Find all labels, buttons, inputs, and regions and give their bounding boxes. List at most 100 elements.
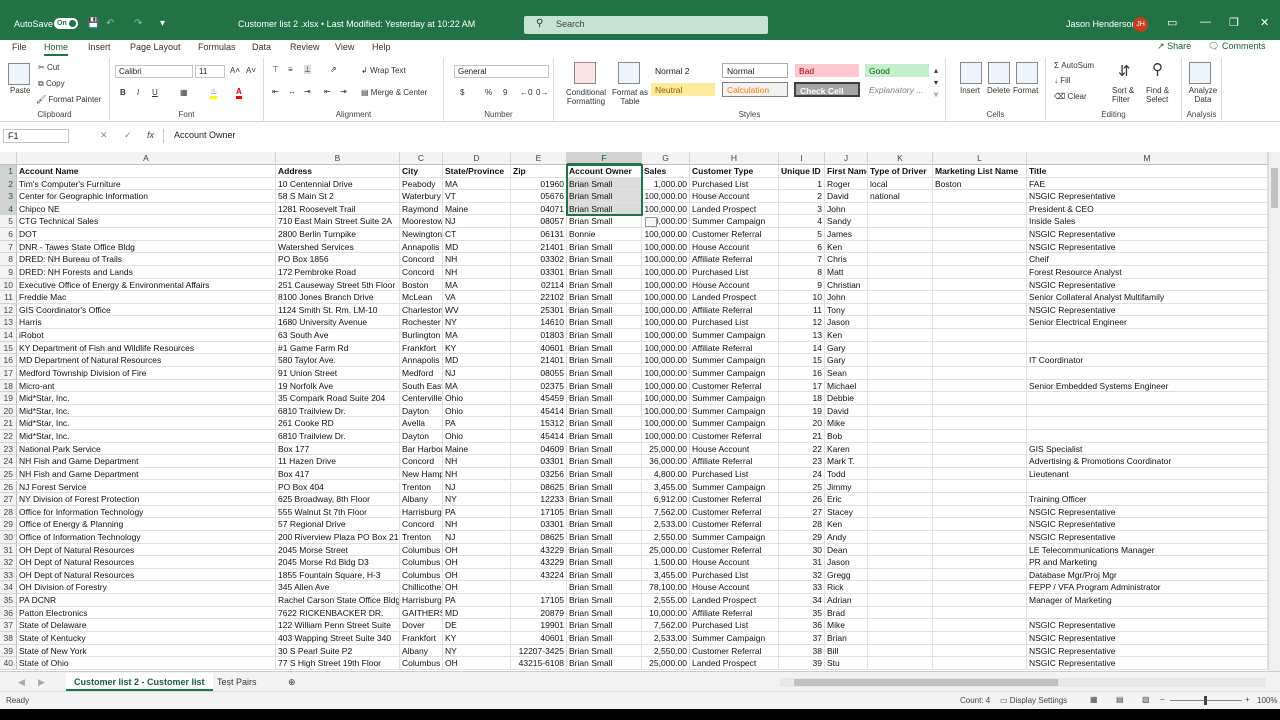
table-cell[interactable]: 3,455.00 bbox=[642, 480, 690, 494]
table-cell[interactable]: Affiliate Referral bbox=[690, 253, 779, 266]
table-cell[interactable]: NY bbox=[443, 644, 511, 658]
table-cell[interactable]: MD bbox=[443, 240, 511, 254]
table-cell[interactable]: Purchased List bbox=[690, 619, 779, 632]
vertical-scrollbar[interactable] bbox=[1268, 152, 1280, 671]
table-cell[interactable]: Customer Referral bbox=[690, 518, 779, 531]
table-cell[interactable]: McLean bbox=[400, 291, 443, 304]
table-cell[interactable]: 03302 bbox=[511, 253, 567, 266]
table-cell[interactable]: 625 Broadway, 8th Floor bbox=[276, 493, 400, 506]
table-cell[interactable]: 10 Centennial Drive bbox=[276, 177, 400, 191]
row-header[interactable]: 28 bbox=[0, 505, 17, 519]
table-cell[interactable]: Jason bbox=[825, 556, 868, 569]
table-cell[interactable]: Harrisburg bbox=[400, 505, 443, 519]
table-cell[interactable]: Columbus bbox=[400, 556, 443, 569]
italic-button[interactable]: I bbox=[137, 88, 139, 97]
table-cell[interactable]: Brian Small bbox=[567, 253, 642, 266]
insert-cells-button[interactable]: Insert bbox=[960, 86, 980, 95]
table-cell[interactable]: 04071 bbox=[511, 202, 567, 216]
table-cell[interactable]: New Hampton bbox=[400, 467, 443, 481]
table-cell[interactable] bbox=[868, 417, 933, 430]
table-cell[interactable]: Waterbury bbox=[400, 190, 443, 203]
grow-font-icon[interactable]: A˄ bbox=[230, 66, 240, 75]
fill-color-icon[interactable]: ♨ bbox=[210, 87, 218, 99]
table-cell[interactable]: 43215-6108 bbox=[511, 657, 567, 670]
table-cell[interactable]: 2 bbox=[779, 190, 825, 203]
table-cell[interactable]: 35 bbox=[779, 606, 825, 620]
row-header[interactable]: 20 bbox=[0, 404, 17, 418]
table-cell[interactable]: 7,562.00 bbox=[642, 619, 690, 632]
table-cell[interactable]: Trenton bbox=[400, 530, 443, 544]
table-cell[interactable]: 100,000.00 bbox=[642, 316, 690, 330]
table-cell[interactable] bbox=[868, 493, 933, 506]
table-cell[interactable]: MA bbox=[443, 329, 511, 342]
name-box[interactable]: F1 bbox=[3, 129, 69, 143]
row-header[interactable]: 37 bbox=[0, 619, 17, 632]
row-header[interactable]: 7 bbox=[0, 240, 17, 254]
table-cell[interactable] bbox=[1027, 404, 1268, 418]
zoom-slider-thumb[interactable] bbox=[1204, 696, 1207, 705]
table-cell[interactable]: Brian Small bbox=[567, 606, 642, 620]
table-cell[interactable]: 100,000.00 bbox=[642, 417, 690, 430]
table-cell[interactable]: Brian Small bbox=[567, 215, 642, 229]
table-cell[interactable]: Customer Referral bbox=[690, 430, 779, 443]
table-cell[interactable]: 43229 bbox=[511, 543, 567, 557]
table-cell[interactable]: 19 bbox=[779, 404, 825, 418]
table-cell[interactable]: 39 bbox=[779, 657, 825, 670]
table-cell[interactable] bbox=[1027, 392, 1268, 405]
row-header[interactable]: 24 bbox=[0, 455, 17, 468]
table-cell[interactable] bbox=[933, 505, 1027, 519]
table-cell[interactable]: 91 Union Street bbox=[276, 366, 400, 380]
table-cell[interactable]: 14 bbox=[779, 341, 825, 355]
cut-button[interactable]: ✂ Cut bbox=[38, 63, 59, 72]
table-cell[interactable]: 345 Allen Ave bbox=[276, 581, 400, 595]
table-cell[interactable] bbox=[868, 202, 933, 216]
comma-button[interactable]: 9 bbox=[503, 88, 507, 97]
table-cell[interactable] bbox=[1027, 329, 1268, 342]
table-cell[interactable]: Michael bbox=[825, 379, 868, 393]
conditional-formatting-button[interactable]: Conditional Formatting bbox=[562, 88, 610, 106]
table-cell[interactable]: MA bbox=[443, 177, 511, 191]
share-button[interactable]: ↗ Share bbox=[1157, 41, 1191, 52]
sheet-tab-test-pairs[interactable]: Test Pairs bbox=[209, 673, 265, 691]
table-cell[interactable]: David bbox=[825, 190, 868, 203]
header-cell[interactable]: Title bbox=[1027, 165, 1268, 178]
table-cell[interactable]: Forest Resource Analyst bbox=[1027, 265, 1268, 279]
table-cell[interactable]: Columbus bbox=[400, 543, 443, 557]
table-cell[interactable]: DE bbox=[443, 619, 511, 632]
table-cell[interactable]: Inside Sales bbox=[1027, 215, 1268, 229]
row-header[interactable]: 3 bbox=[0, 190, 17, 203]
table-cell[interactable]: Brian Small bbox=[567, 265, 642, 279]
table-cell[interactable]: David bbox=[825, 404, 868, 418]
table-cell[interactable]: IT Coordinator bbox=[1027, 354, 1268, 367]
table-cell[interactable]: Moorestown bbox=[400, 215, 443, 229]
header-cell[interactable]: Zip bbox=[511, 165, 567, 178]
font-name-combo[interactable]: Calibri bbox=[115, 65, 193, 78]
increase-indent-icon[interactable]: ⇥ bbox=[340, 87, 347, 96]
table-cell[interactable]: 35 Compark Road Suite 204 bbox=[276, 392, 400, 405]
table-cell[interactable]: Brian Small bbox=[567, 530, 642, 544]
table-cell[interactable] bbox=[868, 253, 933, 266]
table-cell[interactable]: Brian Small bbox=[567, 657, 642, 670]
table-cell[interactable]: 5 bbox=[779, 228, 825, 241]
table-cell[interactable]: Annapolis bbox=[400, 240, 443, 254]
table-cell[interactable]: 11 Hazen Drive bbox=[276, 455, 400, 468]
bottom-align-icon[interactable]: ⊥ bbox=[304, 65, 311, 74]
header-cell[interactable]: Unique ID bbox=[779, 165, 825, 178]
format-as-table-button[interactable]: Format as Table bbox=[612, 88, 648, 106]
spreadsheet-grid[interactable]: A B C D E F G H I J K L M 1 Account Name Address City Sta… bbox=[0, 152, 1268, 671]
row-header[interactable]: 31 bbox=[0, 543, 17, 557]
table-cell[interactable]: Dover bbox=[400, 619, 443, 632]
style-check-cell[interactable]: Check Cell bbox=[794, 82, 860, 97]
table-cell[interactable]: Mid*Star, Inc. bbox=[17, 417, 276, 430]
table-cell[interactable]: Stacey bbox=[825, 505, 868, 519]
column-header-h[interactable]: H bbox=[690, 152, 779, 165]
table-cell[interactable] bbox=[868, 392, 933, 405]
table-cell[interactable]: 6,912.00 bbox=[642, 493, 690, 506]
column-header-l[interactable]: L bbox=[933, 152, 1027, 165]
table-cell[interactable]: 2,555.00 bbox=[642, 594, 690, 607]
table-cell[interactable]: Newington bbox=[400, 228, 443, 241]
customize-qat-icon[interactable]: ▾ bbox=[160, 18, 165, 29]
header-cell[interactable]: Customer Type bbox=[690, 165, 779, 178]
table-cell[interactable]: Tony bbox=[825, 303, 868, 317]
table-cell[interactable] bbox=[868, 657, 933, 670]
